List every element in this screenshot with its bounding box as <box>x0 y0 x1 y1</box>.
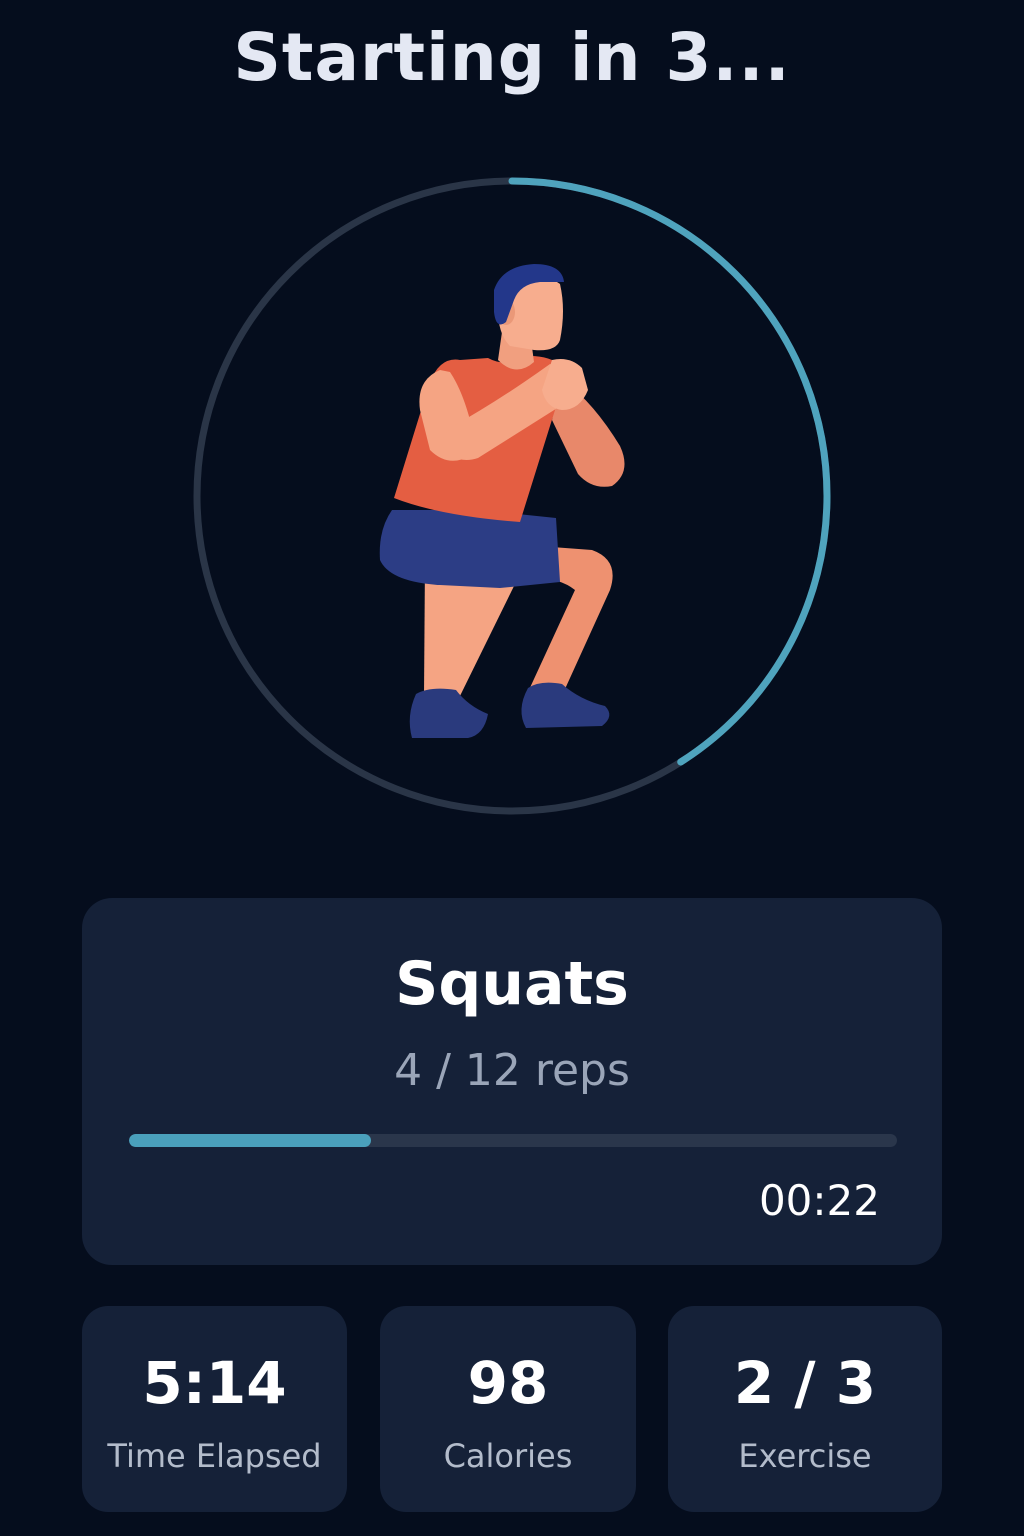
stat-value-exercise: 2 / 3 <box>733 1349 877 1417</box>
current-exercise-card: Squats 4 / 12 reps 00:22 <box>82 898 942 1265</box>
stat-card-calories: 98 Calories <box>380 1306 636 1512</box>
stat-label-calories: Calories <box>443 1437 573 1475</box>
stat-label-time-elapsed: Time Elapsed <box>107 1437 322 1475</box>
stat-card-time-elapsed: 5:14 Time Elapsed <box>82 1306 347 1512</box>
exercise-timer: 00:22 <box>758 1176 880 1225</box>
exercise-reps: 4 / 12 reps <box>394 1045 630 1096</box>
stat-label-exercise: Exercise <box>738 1437 872 1475</box>
squat-figure-icon <box>330 260 690 760</box>
stat-value-calories: 98 <box>467 1349 549 1417</box>
exercise-name: Squats <box>395 949 629 1019</box>
stat-value-time-elapsed: 5:14 <box>142 1349 287 1417</box>
reps-progress-fill <box>129 1134 371 1147</box>
stat-card-exercise: 2 / 3 Exercise <box>668 1306 942 1512</box>
countdown-title: Starting in 3... <box>233 19 791 96</box>
reps-progress-bar <box>129 1134 897 1147</box>
